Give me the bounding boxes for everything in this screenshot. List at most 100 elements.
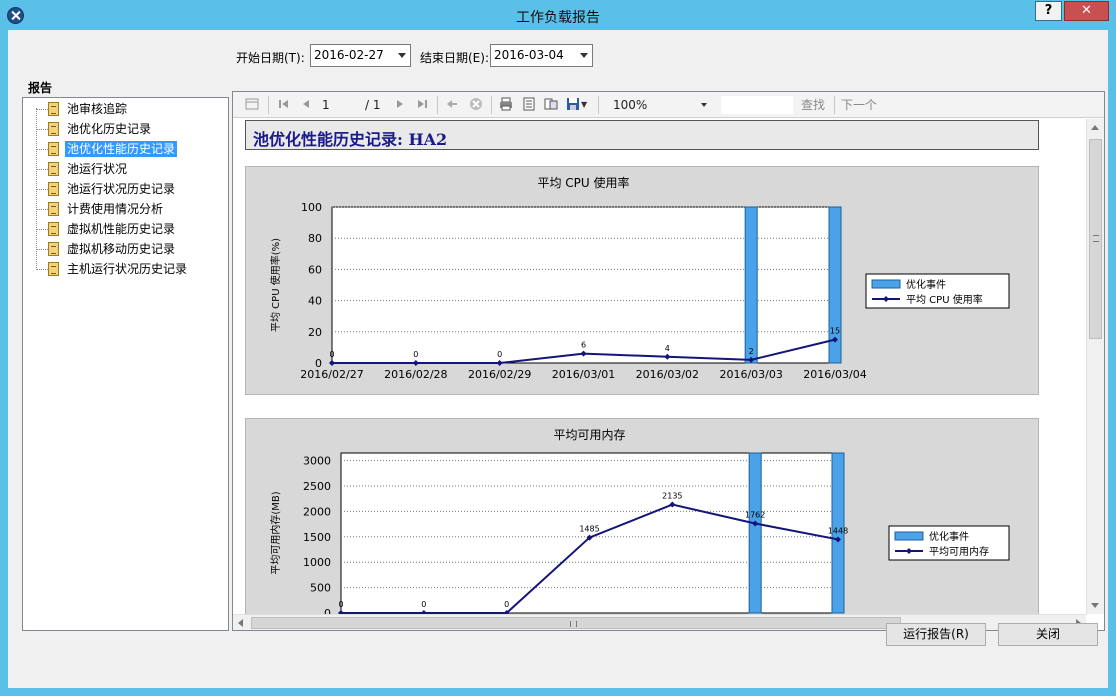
end-date-picker[interactable]: 2016-03-04 — [490, 44, 593, 67]
y-tick-label: 2500 — [303, 480, 331, 493]
y-tick-label: 3000 — [303, 455, 331, 468]
report-icon — [48, 222, 59, 236]
reports-heading: 报告 — [28, 81, 53, 95]
tree-item[interactable]: 池审核追踪 — [23, 99, 228, 119]
legend-bar-swatch — [871, 279, 901, 289]
page-number-input[interactable]: 1 — [318, 96, 358, 114]
chevron-down-icon — [580, 53, 588, 58]
title-bar[interactable]: 工作负载报告 ? ✕ — [0, 0, 1116, 30]
export-dropdown-icon[interactable]: ▼ — [581, 97, 587, 113]
vertical-scrollbar[interactable] — [1086, 119, 1104, 614]
end-date-label: 结束日期(E): — [420, 51, 489, 65]
y-tick-label: 60 — [308, 263, 322, 276]
stop-icon[interactable] — [469, 97, 483, 111]
chevron-down-icon — [398, 53, 406, 58]
back-icon[interactable] — [445, 97, 459, 111]
data-label: 4 — [665, 344, 670, 353]
bar — [744, 206, 758, 364]
tree-item-label: 池运行状况历史记录 — [67, 182, 176, 196]
x-tick-label: 2016/02/27 — [300, 368, 363, 381]
vertical-scroll-thumb[interactable] — [1089, 139, 1102, 339]
window-title: 工作负载报告 — [516, 10, 600, 26]
plot-area — [331, 206, 836, 364]
data-label: 0 — [329, 350, 334, 359]
find-next-button[interactable]: 下一个 — [841, 97, 877, 113]
next-page-icon[interactable] — [393, 97, 407, 111]
x-tick-label: 2016/03/02 — [636, 368, 699, 381]
data-label: 0 — [413, 350, 418, 359]
close-button[interactable]: 关闭 — [998, 623, 1098, 646]
y-tick-label: 1500 — [303, 531, 331, 544]
tree-item[interactable]: 池运行状况历史记录 — [23, 179, 228, 199]
x-tick-label: 2016/02/28 — [384, 368, 447, 381]
report-viewer: 1 / 1 ▼ 100% 查找 下一个 池优化性能历史记录: HA2 平均 CP… — [232, 91, 1105, 631]
report-icon — [48, 162, 59, 176]
y-axis-label: 平均可用内存(MB) — [269, 491, 282, 574]
scroll-up-icon[interactable] — [1091, 125, 1099, 130]
tree-connector — [36, 129, 48, 130]
report-icon — [48, 242, 59, 256]
tree-connector — [36, 229, 48, 230]
run-report-button[interactable]: 运行报告(R) — [886, 623, 986, 646]
print-icon[interactable] — [499, 97, 513, 111]
legend-label: 平均可用内存 — [929, 545, 989, 558]
print-layout-icon[interactable] — [522, 97, 536, 111]
find-button[interactable]: 查找 — [801, 97, 825, 113]
app-window: 工作负载报告 ? ✕ 开始日期(T): 2016-02-27 结束日期(E): … — [0, 0, 1116, 696]
zoom-value: 100% — [613, 98, 648, 112]
zoom-select[interactable]: 100% — [608, 95, 713, 115]
data-label: 0 — [504, 600, 509, 609]
page-setup-icon[interactable] — [544, 97, 558, 111]
x-tick-label: 2016/02/29 — [468, 368, 531, 381]
window-close-button[interactable]: ✕ — [1064, 1, 1109, 21]
document-map-icon[interactable] — [245, 97, 259, 111]
grip-icon — [1093, 235, 1099, 242]
legend-bar-swatch — [894, 531, 924, 541]
tree-item-label: 池审核追踪 — [67, 102, 128, 116]
tree-item-label: 池优化性能历史记录 — [65, 141, 178, 157]
tree-connector — [36, 169, 48, 170]
tree-item[interactable]: 池运行状况 — [23, 159, 228, 179]
previous-page-icon[interactable] — [299, 97, 313, 111]
legend-label: 优化事件 — [906, 278, 946, 291]
y-axis-label: 平均 CPU 使用率(%) — [269, 238, 282, 332]
report-icon — [48, 122, 59, 136]
export-save-icon[interactable] — [566, 97, 580, 111]
y-tick-label: 0 — [324, 607, 331, 614]
tree-item[interactable]: 虚拟机移动历史记录 — [23, 239, 228, 259]
report-tree[interactable]: 池审核追踪池优化历史记录池优化性能历史记录池运行状况池运行状况历史记录计费使用情… — [22, 97, 229, 631]
start-date-label: 开始日期(T): — [236, 51, 305, 65]
tree-item[interactable]: 主机运行状况历史记录 — [23, 259, 228, 279]
last-page-icon[interactable] — [415, 97, 429, 111]
tree-item[interactable]: 池优化历史记录 — [23, 119, 228, 139]
legend-label: 优化事件 — [929, 530, 969, 543]
find-input[interactable] — [721, 96, 793, 114]
horizontal-scroll-thumb[interactable] — [251, 617, 901, 629]
data-label: 2135 — [662, 492, 682, 501]
scroll-down-icon[interactable] — [1091, 603, 1099, 608]
start-date-value: 2016-02-27 — [314, 48, 384, 62]
cpu-chart-panel: 平均 CPU 使用率 平均 CPU 使用率(%) 0 20 40 60 80 100 2016/… — [245, 166, 1039, 395]
tree-item[interactable]: 池优化性能历史记录 — [23, 139, 228, 159]
toolbar-separator — [491, 96, 492, 114]
tree-item[interactable]: 虚拟机性能历史记录 — [23, 219, 228, 239]
report-title: 池优化性能历史记录: HA2 — [253, 130, 448, 149]
grip-icon — [570, 621, 577, 627]
data-label: 6 — [581, 341, 586, 350]
start-date-picker[interactable]: 2016-02-27 — [310, 44, 411, 67]
report-title-box: 池优化性能历史记录: HA2 — [245, 120, 1039, 150]
viewer-toolbar: 1 / 1 ▼ 100% 查找 下一个 — [233, 92, 1104, 118]
y-tick-label: 2000 — [303, 505, 331, 518]
data-label: 1762 — [745, 511, 765, 520]
data-label: 0 — [421, 600, 426, 609]
tree-item[interactable]: 计费使用情况分析 — [23, 199, 228, 219]
scroll-left-icon[interactable] — [238, 619, 243, 627]
help-button[interactable]: ? — [1035, 1, 1062, 21]
tree-connector — [36, 269, 48, 270]
x-tick-label: 2016/03/01 — [552, 368, 615, 381]
tree-connector — [36, 189, 48, 190]
chevron-down-icon — [701, 103, 707, 107]
first-page-icon[interactable] — [277, 97, 291, 111]
toolbar-separator — [598, 96, 599, 114]
memory-chart: 平均可用内存平均可用内存(MB)050010001500200025003000… — [269, 428, 1010, 614]
